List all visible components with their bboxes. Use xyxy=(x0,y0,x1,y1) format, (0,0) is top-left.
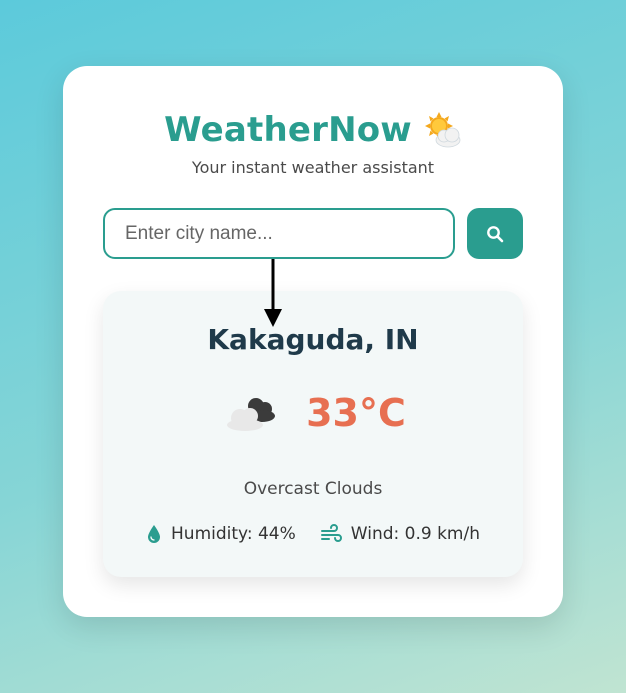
city-search-input[interactable] xyxy=(103,208,455,259)
wind-icon xyxy=(320,524,342,542)
condition-row: 33°C xyxy=(103,391,523,435)
temperature: 33°C xyxy=(306,391,406,435)
city-name: Kakaguda, IN xyxy=(207,323,419,356)
app-header: WeatherNow xyxy=(63,110,563,150)
wind-stat: Wind: 0.9 km/h xyxy=(320,524,480,544)
annotation-arrow-icon xyxy=(264,259,282,327)
overcast-clouds-icon xyxy=(227,398,276,431)
search-icon xyxy=(487,225,504,242)
humidity-stat: Humidity: 44% xyxy=(146,524,296,544)
weather-result-panel: Kakaguda, IN 33°C Overcast Clouds Humidi… xyxy=(103,291,523,577)
weather-app-card: WeatherNow Your instant weather assistan… xyxy=(63,66,563,617)
wind-label: Wind: 0.9 km/h xyxy=(350,524,480,544)
weather-description: Overcast Clouds xyxy=(243,479,383,499)
water-drop-icon xyxy=(148,525,161,543)
search-button[interactable] xyxy=(467,208,523,259)
sun-behind-cloud-icon xyxy=(424,112,461,148)
humidity-label: Humidity: 44% xyxy=(171,524,296,544)
weather-stats: Humidity: 44% Wind: 0.9 km/h xyxy=(103,524,523,544)
app-subtitle: Your instant weather assistant xyxy=(191,158,435,177)
app-title: WeatherNow xyxy=(164,110,412,150)
